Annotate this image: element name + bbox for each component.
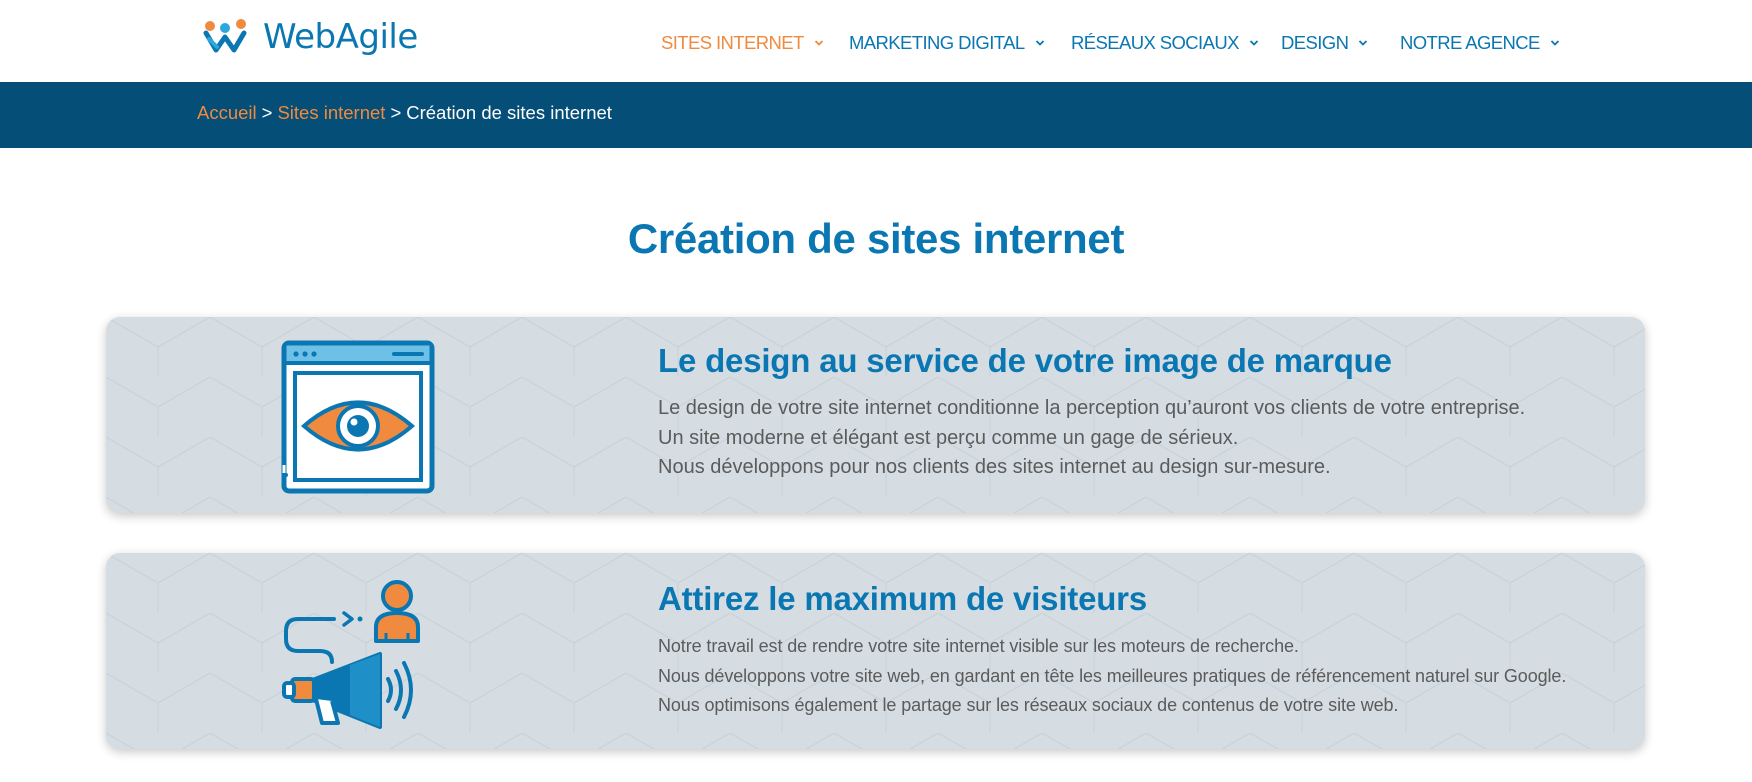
nav-label: MARKETING DIGITAL (849, 32, 1025, 53)
nav-label: SITES INTERNET (661, 32, 804, 53)
chevron-down-icon (1550, 40, 1559, 46)
breadcrumb-section-link[interactable]: Sites internet (277, 102, 385, 123)
nav-item-notre-agence[interactable]: NOTRE AGENCE (1400, 29, 1560, 57)
card-title: Attirez le maximum de visiteurs (658, 580, 1147, 617)
breadcrumb: Accueil > Sites internet > Création de sites… (197, 102, 612, 124)
card-title: Le design au service de votre image de m… (658, 342, 1392, 379)
breadcrumb-current: Création de sites internet (406, 102, 612, 123)
nav-item-marketing-digital[interactable]: MARKETING DIGITAL (849, 29, 1045, 57)
card-description: Notre travail est de rendre votre site i… (658, 632, 1566, 721)
breadcrumb-separator: > (261, 102, 273, 123)
chevron-down-icon (1359, 40, 1368, 46)
chevron-down-icon (1035, 40, 1044, 46)
breadcrumb-bar: Accueil > Sites internet > Création de sites… (0, 82, 1752, 148)
card-description: Le design de votre site internet conditi… (658, 394, 1525, 483)
nav-label: RÉSEAUX SOCIAUX (1071, 32, 1239, 53)
site-header: WebAgile SITES INTERNET MARKETING DIGITA… (0, 0, 1752, 82)
megaphone-user-icon (282, 580, 420, 729)
breadcrumb-separator: > (390, 102, 402, 123)
card-text-line: Nous optimisons également le partage sur… (658, 695, 1399, 715)
nav-item-sites-internet[interactable]: SITES INTERNET (661, 29, 824, 57)
card-text-line: Nous développons votre site web, en gard… (658, 665, 1567, 686)
logo-text: WebAgile (263, 17, 418, 57)
page-title: Création de sites internet (627, 215, 1125, 262)
nav-label: NOTRE AGENCE (1400, 32, 1540, 53)
logo[interactable]: WebAgile (203, 16, 418, 58)
nav-item-design[interactable]: DESIGN (1281, 29, 1368, 57)
feature-card-design: Le design au service de votre image de m… (106, 317, 1645, 513)
browser-eye-icon (281, 340, 435, 494)
breadcrumb-home-link[interactable]: Accueil (197, 102, 257, 123)
chevron-down-icon (1249, 40, 1258, 46)
nav-item-reseaux-sociaux[interactable]: RÉSEAUX SOCIAUX (1071, 29, 1259, 57)
chevron-down-icon (814, 40, 823, 46)
card-text-line: Le design de votre site internet conditi… (658, 397, 1526, 419)
nav-label: DESIGN (1281, 32, 1349, 53)
feature-card-visitors: Attirez le maximum de visiteurs Notre tr… (106, 553, 1645, 749)
card-text-line: Un site moderne et élégant est perçu com… (658, 426, 1239, 449)
card-text-line: Notre travail est de rendre votre site i… (658, 636, 1299, 656)
webagile-logo-icon (203, 19, 247, 53)
card-text-line: Nous développons pour nos clients des si… (658, 456, 1331, 478)
